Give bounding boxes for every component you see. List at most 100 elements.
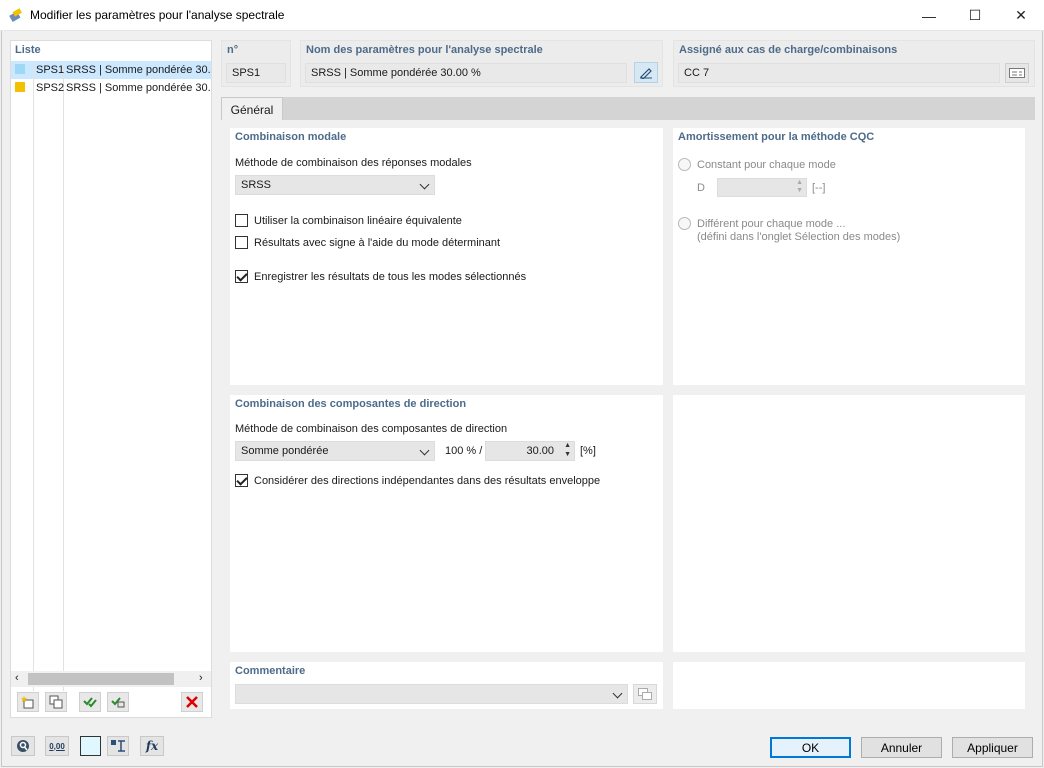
percent-input[interactable]: 30.00 ▲ ▼ bbox=[485, 441, 575, 461]
tab-general[interactable]: Général bbox=[221, 97, 283, 121]
constant-damping-option[interactable]: Constant pour chaque mode bbox=[678, 158, 836, 171]
check-all-icon[interactable] bbox=[79, 692, 101, 712]
number-field[interactable]: SPS1 bbox=[226, 63, 286, 83]
chevron-down-icon bbox=[419, 179, 430, 190]
comment-title: Commentaire bbox=[235, 665, 306, 677]
modal-method-select[interactable]: SRSS bbox=[235, 175, 435, 195]
list-column-divider bbox=[33, 61, 34, 691]
horizontal-scrollbar[interactable]: ‹ › bbox=[11, 671, 211, 687]
modal-method-value: SRSS bbox=[241, 179, 271, 191]
chevron-down-icon bbox=[612, 688, 623, 699]
signed-results-checkbox[interactable] bbox=[235, 236, 248, 249]
save-all-modes-checkbox[interactable] bbox=[235, 270, 248, 283]
ok-button[interactable]: OK bbox=[770, 737, 851, 758]
number-group: n° SPS1 bbox=[221, 40, 291, 87]
formula-icon[interactable]: fx bbox=[140, 736, 164, 756]
color-picker-icon[interactable] bbox=[80, 736, 101, 756]
save-all-modes-option[interactable]: Enregistrer les résultats de tous les mo… bbox=[235, 270, 526, 283]
assigned-group: Assigné aux cas de charge/combinaisons C… bbox=[673, 40, 1035, 87]
comment-select[interactable] bbox=[235, 684, 628, 704]
app-icon bbox=[9, 8, 22, 22]
help-icon[interactable] bbox=[11, 736, 35, 756]
percent-unit: [%] bbox=[580, 445, 596, 457]
signed-results-option[interactable]: Résultats avec signe à l'aide du mode dé… bbox=[235, 236, 500, 249]
independent-directions-label: Considérer des directions indépendantes … bbox=[254, 474, 601, 487]
close-window-button[interactable]: ✕ bbox=[998, 0, 1044, 31]
modal-method-label: Méthode de combinaison des réponses moda… bbox=[235, 157, 472, 169]
cqc-damping-panel: Amortissement pour la méthode CQC Consta… bbox=[673, 128, 1025, 385]
comment-panel: Commentaire bbox=[230, 662, 663, 709]
new-item-icon[interactable] bbox=[17, 692, 39, 712]
check-selected-icon[interactable] bbox=[107, 692, 129, 712]
percent-value: 30.00 bbox=[526, 445, 554, 457]
spin-down-icon[interactable]: ▼ bbox=[564, 451, 571, 458]
list-item-sps1[interactable]: SPS1 SRSS | Somme pondérée 30.0 bbox=[11, 61, 211, 79]
name-group: Nom des paramètres pour l'analyse spectr… bbox=[300, 40, 663, 87]
decimal-places-icon[interactable]: 0,00 bbox=[45, 736, 69, 756]
different-damping-note: (défini dans l'onglet Sélection des mode… bbox=[697, 231, 901, 243]
list-panel: Liste SPS1 SRSS | Somme pondérée 30.0 SP… bbox=[10, 40, 212, 718]
assigned-label: Assigné aux cas de charge/combinaisons bbox=[679, 44, 898, 56]
comment-library-icon bbox=[638, 688, 652, 700]
delete-icon[interactable] bbox=[181, 692, 203, 712]
direction-combination-title: Combinaison des composantes de direction bbox=[235, 398, 467, 410]
empty-panel-bottom-right bbox=[673, 662, 1025, 709]
empty-panel-right bbox=[673, 395, 1025, 652]
title-bar: Modifier les paramètres pour l'analyse s… bbox=[0, 0, 1044, 31]
cqc-damping-title: Amortissement pour la méthode CQC bbox=[678, 131, 875, 143]
apply-button[interactable]: Appliquer bbox=[952, 737, 1033, 758]
percent-prefix: 100 % / bbox=[445, 445, 483, 457]
damping-d-label: D bbox=[697, 182, 705, 194]
list-item-label: SRSS | Somme pondérée 30.0 bbox=[66, 82, 210, 94]
spin-up-icon[interactable]: ▲ bbox=[796, 179, 803, 186]
constant-damping-label: Constant pour chaque mode bbox=[697, 158, 836, 171]
minimize-button[interactable]: — bbox=[906, 0, 952, 31]
spin-down-icon[interactable]: ▼ bbox=[796, 187, 803, 194]
copy-item-icon[interactable] bbox=[45, 692, 67, 712]
different-damping-radio[interactable] bbox=[678, 217, 691, 230]
scroll-left-icon[interactable]: ‹ bbox=[15, 672, 19, 684]
modal-combination-title: Combinaison modale bbox=[235, 131, 347, 143]
linear-combination-label: Utiliser la combinaison linéaire équival… bbox=[254, 214, 462, 227]
window-title: Modifier les paramètres pour l'analyse s… bbox=[30, 8, 285, 22]
select-loadcases-button[interactable] bbox=[1005, 63, 1029, 83]
scroll-right-icon[interactable]: › bbox=[199, 672, 203, 684]
independent-directions-option[interactable]: Considérer des directions indépendantes … bbox=[235, 474, 600, 487]
scrollbar-thumb[interactable] bbox=[28, 673, 174, 685]
name-label: Nom des paramètres pour l'analyse spectr… bbox=[306, 44, 543, 56]
list-item-sps2[interactable]: SPS2 SRSS | Somme pondérée 30.0 bbox=[11, 79, 211, 97]
name-field[interactable]: SRSS | Somme pondérée 30.00 % bbox=[305, 63, 627, 83]
comment-library-button[interactable] bbox=[633, 684, 657, 704]
chevron-down-icon bbox=[419, 445, 430, 456]
different-damping-option[interactable]: Différent pour chaque mode ... bbox=[678, 217, 845, 230]
color-swatch bbox=[15, 82, 25, 92]
linear-combination-option[interactable]: Utiliser la combinaison linéaire équival… bbox=[235, 214, 462, 227]
constant-damping-radio[interactable] bbox=[678, 158, 691, 171]
number-label: n° bbox=[227, 44, 239, 56]
linear-combination-checkbox[interactable] bbox=[235, 214, 248, 227]
direction-method-select[interactable]: Somme pondérée bbox=[235, 441, 435, 461]
signed-results-label: Résultats avec signe à l'aide du mode dé… bbox=[254, 236, 501, 249]
damping-d-input[interactable]: ▲ ▼ bbox=[717, 178, 807, 197]
damping-d-unit: [--] bbox=[812, 182, 826, 194]
color-swatch bbox=[15, 64, 25, 74]
direction-method-label: Méthode de combinaison des composantes d… bbox=[235, 423, 508, 435]
different-damping-label: Différent pour chaque mode ... bbox=[697, 217, 846, 230]
spin-up-icon[interactable]: ▲ bbox=[564, 442, 571, 449]
direction-method-value: Somme pondérée bbox=[241, 445, 329, 457]
direction-combination-panel: Combinaison des composantes de direction… bbox=[230, 395, 663, 652]
save-all-modes-label: Enregistrer les résultats de tous les mo… bbox=[254, 270, 527, 283]
maximize-button[interactable]: ☐ bbox=[952, 0, 998, 31]
edit-pencil-icon bbox=[640, 67, 652, 79]
independent-directions-checkbox[interactable] bbox=[235, 474, 248, 487]
table-icon bbox=[1009, 68, 1025, 78]
units-icon[interactable] bbox=[107, 736, 129, 756]
list-column-divider bbox=[63, 61, 64, 691]
edit-name-button[interactable] bbox=[634, 62, 658, 83]
cancel-button[interactable]: Annuler bbox=[861, 737, 942, 758]
list-item-id: SPS1 bbox=[36, 64, 65, 76]
assigned-field[interactable]: CC 7 bbox=[678, 63, 1000, 83]
list-item-label: SRSS | Somme pondérée 30.0 bbox=[66, 64, 210, 76]
list-item-id: SPS2 bbox=[36, 82, 65, 94]
modal-combination-panel: Combinaison modale Méthode de combinaiso… bbox=[230, 128, 663, 385]
